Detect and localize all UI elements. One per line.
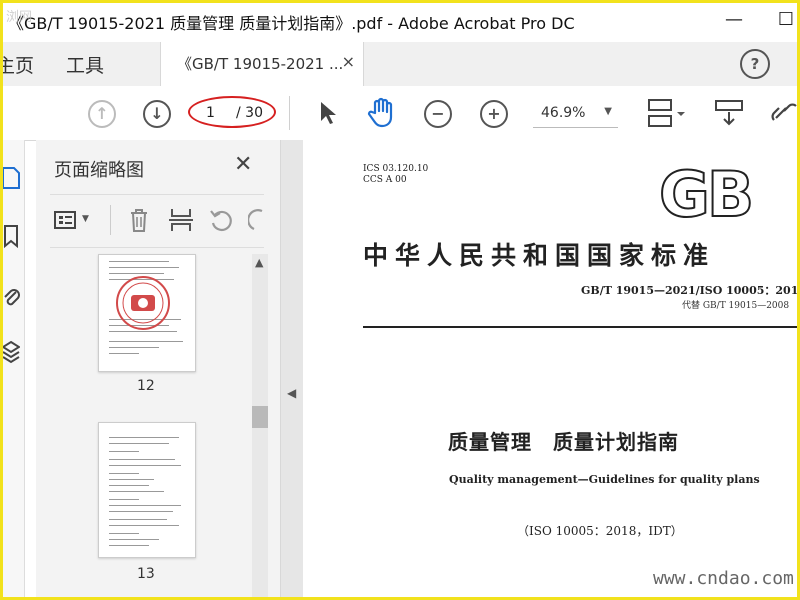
ccs-line: CCS A 00: [363, 175, 407, 185]
ics-line: ICS 03.120.10: [363, 164, 429, 174]
minimize-button[interactable]: —: [720, 6, 748, 34]
gb-logo: GB: [658, 163, 769, 227]
document-tab-label: 《GB/T 19015-2021 ...: [177, 55, 344, 73]
select-cursor-icon[interactable]: [318, 100, 340, 126]
scrollbar-thumb[interactable]: [252, 406, 268, 428]
iso-reference: （ISO 10005：2018，IDT）: [517, 524, 683, 538]
chevron-down-icon: ▼: [604, 106, 612, 117]
standard-number: GB/T 19015—2021/ISO 10005：2018: [581, 284, 800, 297]
page-thumbnails-icon[interactable]: [2, 166, 20, 190]
bookmark-icon[interactable]: [2, 224, 20, 248]
document-tab[interactable]: 《GB/T 19015-2021 ... ×: [160, 42, 364, 86]
zoom-in-icon[interactable]: +: [480, 100, 508, 128]
attachment-icon[interactable]: [2, 284, 20, 308]
divider-line: [363, 326, 799, 328]
left-tool-strip: [0, 140, 25, 600]
gb-logo-text: GB: [658, 158, 755, 231]
rotate-left-icon[interactable]: [208, 207, 234, 233]
link-icon[interactable]: [770, 98, 800, 130]
document-title-en: Quality management—Guidelines for qualit…: [449, 473, 760, 486]
extract-page-icon[interactable]: [168, 207, 194, 233]
site-watermark: www.cndao.com: [653, 568, 794, 589]
tab-row: 主页 工具 《GB/T 19015-2021 ... ×: [0, 42, 800, 87]
menu-home[interactable]: 主页: [0, 51, 34, 78]
document-view[interactable]: ICS 03.120.10 CCS A 00 GB 中华人民共和国国家标准 GB…: [303, 140, 800, 600]
corner-watermark: 浏网: [6, 10, 33, 25]
chevron-down-icon: ▼: [82, 214, 89, 224]
page-thumbnail-12[interactable]: [98, 254, 196, 372]
panel-title: 页面缩略图: [54, 160, 144, 181]
rotate-right-icon[interactable]: [248, 207, 264, 233]
thumbnail-page-number: 12: [137, 378, 155, 394]
title-bar: 《GB/T 19015-2021 质量管理 质量计划指南》.pdf - Adob…: [0, 0, 800, 42]
scroll-up-icon[interactable]: ▲: [255, 256, 263, 269]
close-tab-icon[interactable]: ×: [342, 52, 355, 71]
thumbnail-page-number: 13: [137, 566, 155, 582]
replaces-note: 代替 GB/T 19015—2008: [682, 301, 790, 311]
national-standard-heading: 中华人民共和国国家标准: [363, 241, 716, 270]
page-number-input[interactable]: 1: [206, 105, 215, 121]
panel-collapse-bar[interactable]: ◀: [281, 140, 303, 600]
menu-tools[interactable]: 工具: [66, 51, 104, 78]
red-stamp-icon: [116, 276, 170, 330]
zoom-dropdown[interactable]: 46.9% ▼: [533, 101, 618, 128]
zoom-value: 46.9%: [541, 105, 586, 121]
options-menu-icon[interactable]: [54, 207, 80, 233]
page-thumbnail-13[interactable]: [98, 422, 196, 558]
tool-divider: [110, 205, 111, 235]
close-panel-icon[interactable]: ✕: [234, 152, 252, 177]
collapse-left-icon[interactable]: ◀: [287, 386, 296, 400]
panel-toolbar: ▼: [50, 194, 264, 248]
document-title-cn: 质量管理 质量计划指南: [448, 430, 679, 454]
hand-tool-icon[interactable]: [367, 97, 397, 129]
layers-icon[interactable]: [2, 340, 20, 364]
delete-icon[interactable]: [126, 207, 152, 233]
ics-code: ICS 03.120.10 CCS A 00: [363, 164, 428, 186]
thumbnails-panel: 页面缩略图 ✕ ▼ 12 13 ▲: [36, 140, 281, 600]
scroll-mode-icon[interactable]: [714, 98, 746, 130]
maximize-button[interactable]: ☐: [772, 6, 800, 34]
help-icon[interactable]: ?: [740, 49, 770, 79]
previous-page-icon[interactable]: ↑: [88, 100, 116, 128]
toolbar-divider: [289, 96, 290, 130]
window-title: 《GB/T 19015-2021 质量管理 质量计划指南》.pdf - Adob…: [8, 14, 575, 33]
zoom-out-icon[interactable]: −: [424, 100, 452, 128]
fit-page-icon[interactable]: [646, 98, 690, 130]
page-total: / 30: [236, 105, 263, 121]
next-page-icon[interactable]: ↓: [143, 100, 171, 128]
